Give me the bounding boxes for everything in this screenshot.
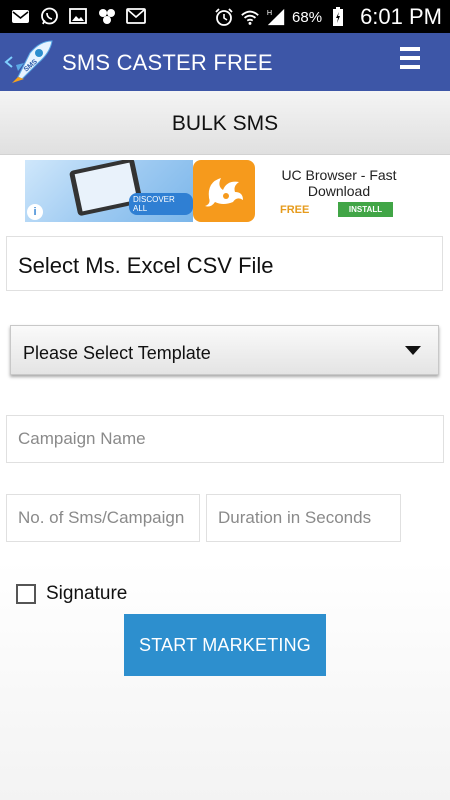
page-header: BULK SMS [0,91,450,155]
status-time: 6:01 PM [360,4,442,29]
sms-per-campaign-input[interactable] [7,495,199,541]
template-dropdown[interactable]: Please Select Template [10,325,439,375]
battery-percent: 68% [292,8,323,26]
mail-icon [10,6,30,26]
sms-per-campaign-field[interactable] [6,494,200,542]
csv-file-select-button[interactable]: Select Ms. Excel CSV File [6,236,443,291]
campaign-name-input[interactable] [7,416,443,462]
hamburger-menu-icon[interactable] [400,47,420,75]
message-icon [126,6,146,26]
app-logo-icon[interactable]: SMS [4,39,54,85]
app-title: SMS CASTER FREE [62,50,273,75]
campaign-name-field[interactable] [6,415,444,463]
dropdown-arrow-icon [405,346,421,355]
start-marketing-button[interactable]: START MARKETING [124,614,326,676]
csv-file-select-label: Select Ms. Excel CSV File [18,253,274,278]
uc-browser-logo-icon[interactable] [193,160,255,222]
wifi-icon [240,7,260,27]
ad-title[interactable]: UC Browser - Fast Download [273,167,405,199]
signature-label: Signature [46,583,128,604]
ad-install-button[interactable]: INSTALL [338,202,393,217]
ad-image-caption: DISCOVER ALL [129,193,193,215]
signature-checkbox[interactable] [16,584,36,604]
signal-icon: H [266,7,286,27]
ad-image[interactable]: DISCOVER ALL i [25,160,193,222]
whatsapp-icon [39,6,59,26]
dots-icon [97,6,117,26]
signature-checkbox-row[interactable]: Signature [16,583,127,605]
app-bar: SMS SMS CASTER FREE [0,33,450,91]
ad-banner[interactable]: DISCOVER ALL i UC Browser - Fast Downloa… [25,160,401,222]
alarm-icon [214,7,234,27]
duration-input[interactable] [207,495,400,541]
svg-text:H: H [267,8,272,17]
status-bar: H 68% 6:01 PM [0,0,450,33]
info-icon[interactable]: i [27,204,43,220]
ad-price: FREE [280,204,310,216]
duration-field[interactable] [206,494,401,542]
image-icon [68,6,88,26]
battery-icon [328,7,348,27]
page-title: BULK SMS [171,112,279,135]
template-dropdown-value: Please Select Template [23,343,211,363]
